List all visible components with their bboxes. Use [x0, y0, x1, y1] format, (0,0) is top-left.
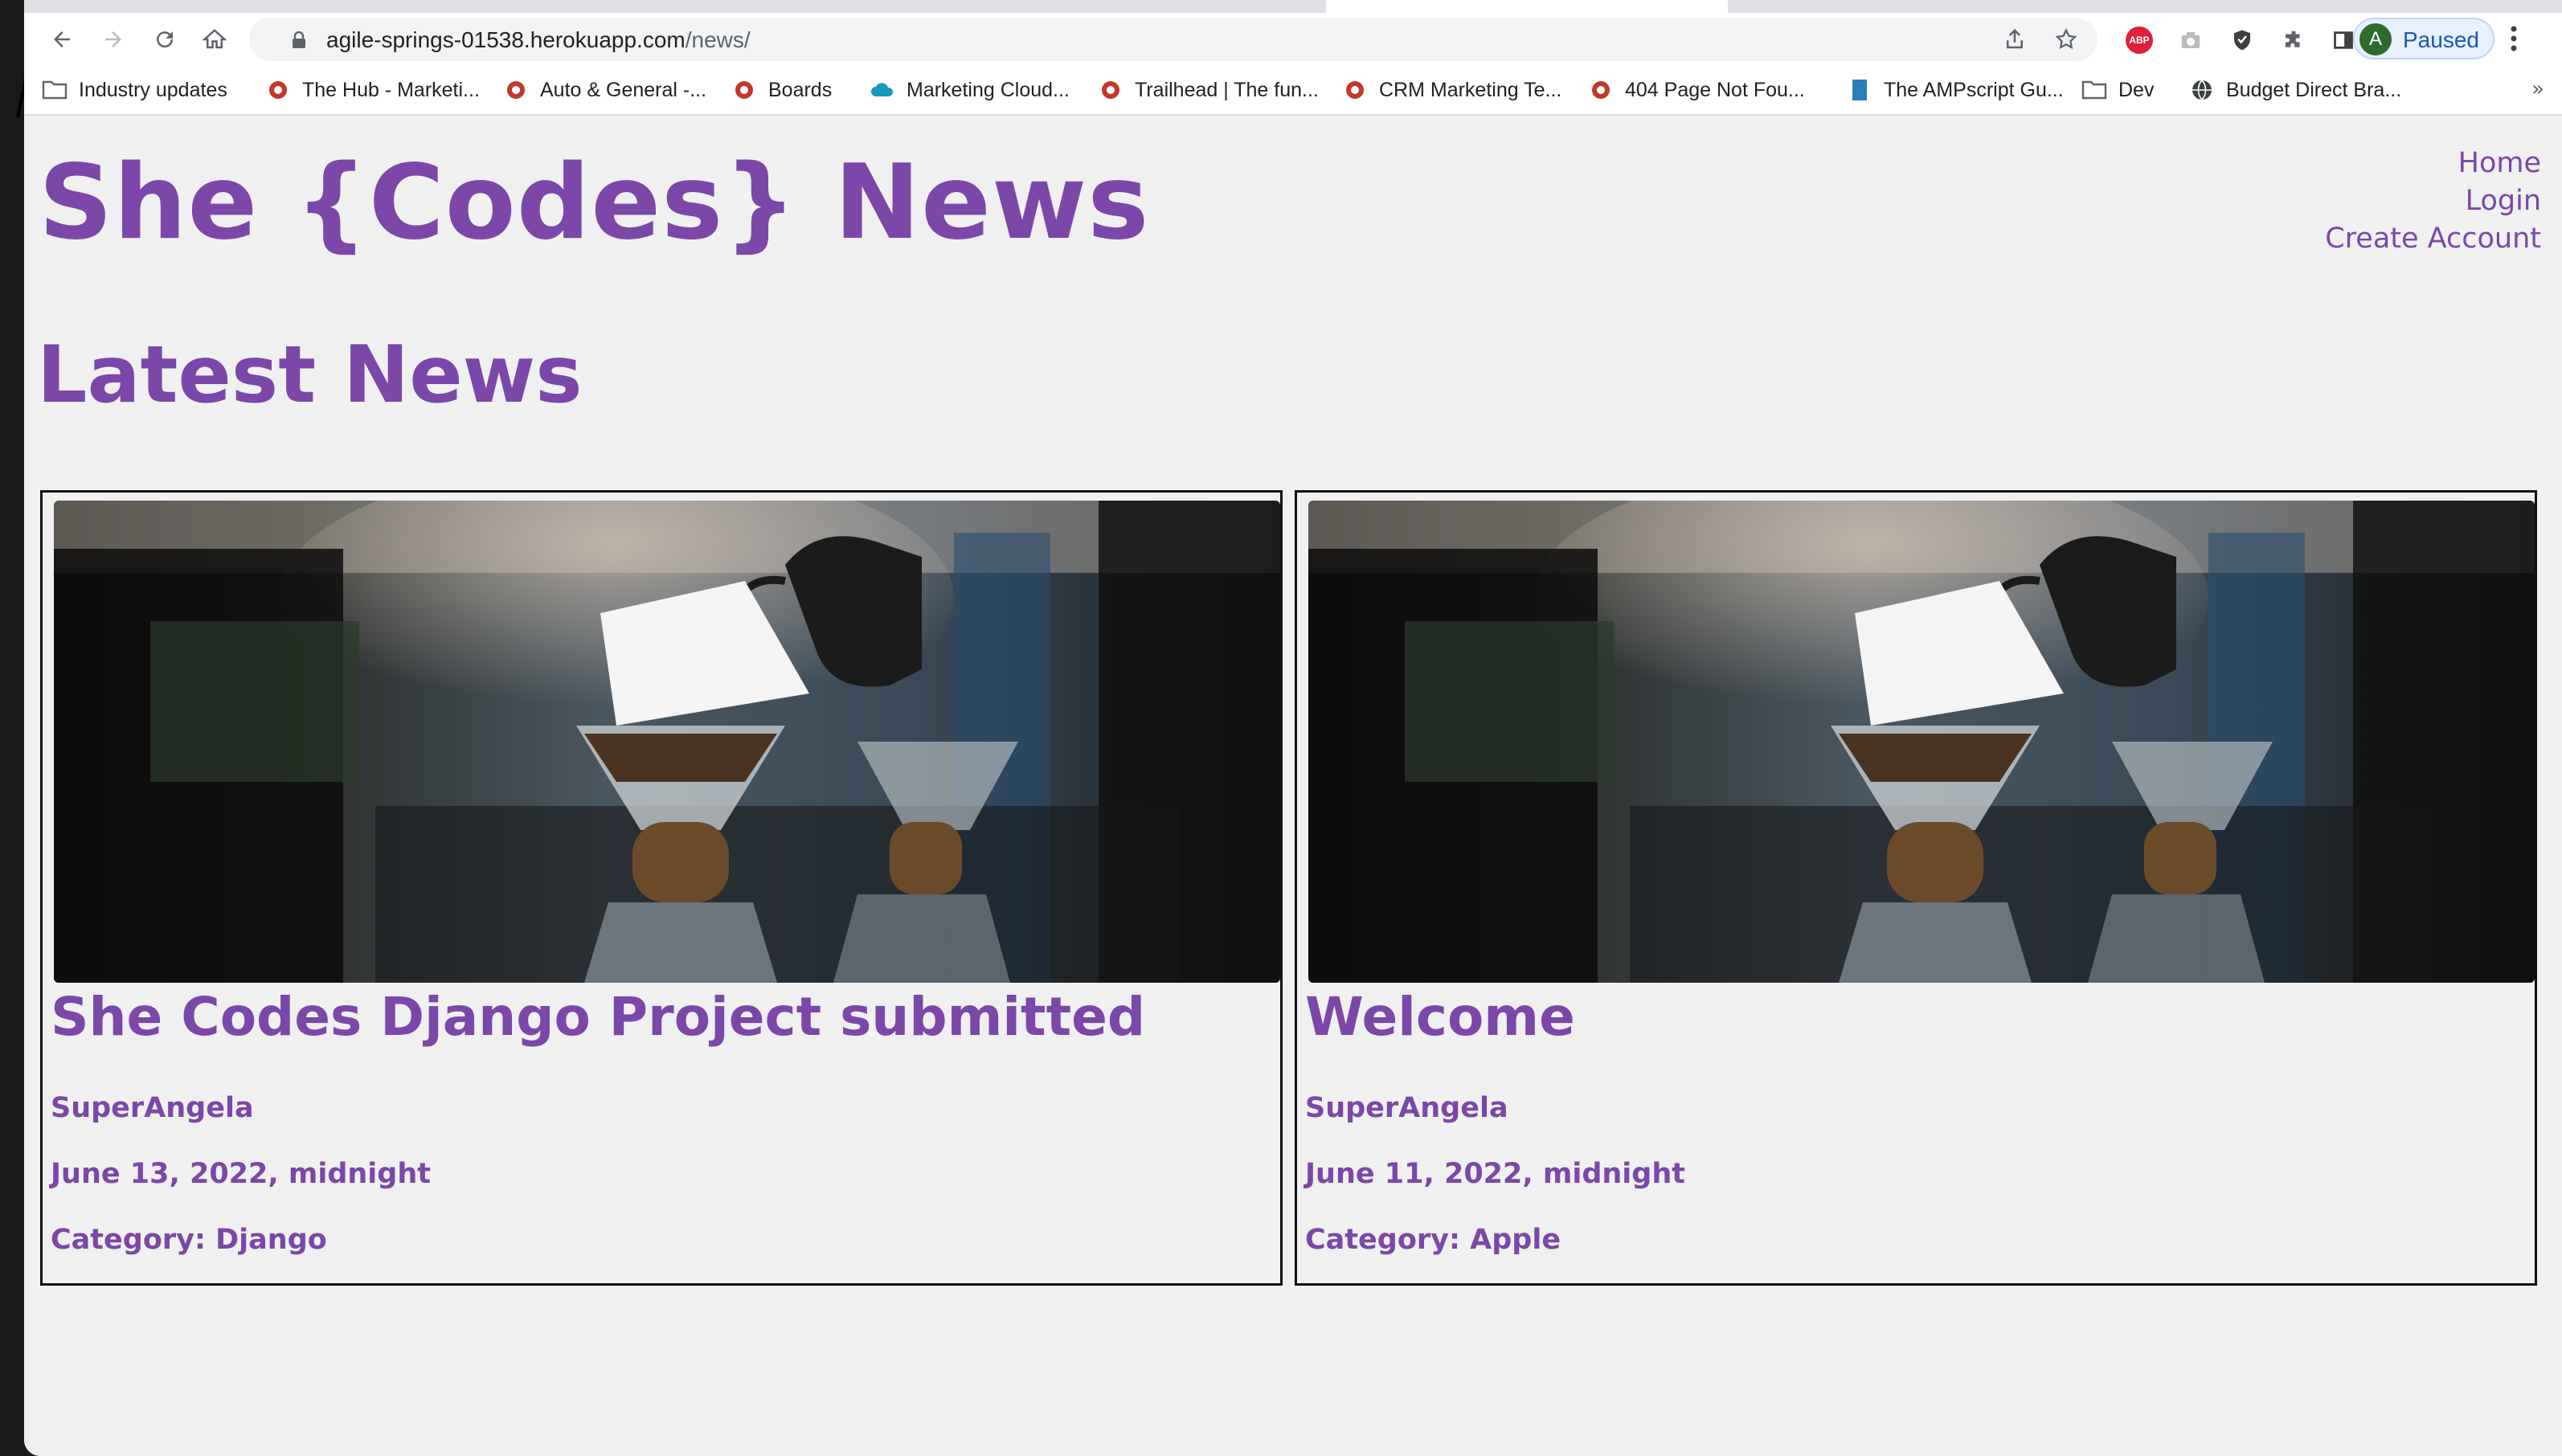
story-card[interactable]: Welcome SuperAngela June 11, 2022, midni…	[1295, 490, 2537, 1286]
share-icon[interactable]	[2003, 27, 2027, 51]
bookmark-star-icon[interactable]	[2054, 27, 2078, 51]
site-favicon	[503, 77, 529, 103]
bookmark-label: Budget Direct Bra...	[2226, 78, 2402, 101]
bookmark-label: Trailhead | The fun...	[1135, 78, 1319, 101]
bookmark-label: The Hub - Marketi...	[302, 78, 480, 101]
arrow-right-icon	[105, 31, 121, 47]
bookmark-label: Auto & General -...	[540, 78, 707, 101]
site-title[interactable]: She {Codes} News	[39, 143, 1149, 263]
address-bar[interactable]: agile-springs-01538.herokuapp.com/news/	[249, 18, 2097, 61]
folder-icon	[42, 77, 68, 103]
bookmark-item[interactable]: Dev	[2081, 76, 2154, 104]
bookmark-label: Industry updates	[79, 78, 227, 101]
reload-icon	[157, 31, 174, 48]
story-date: June 13, 2022, midnight	[51, 1158, 431, 1190]
browser-window: agile-springs-01538.herokuapp.com/news/ …	[24, 0, 2562, 1456]
profile-chip[interactable]: A Paused	[2353, 18, 2494, 59]
site-favicon	[265, 77, 291, 103]
bookmark-item[interactable]: The Hub - Marketi...	[265, 76, 480, 104]
nav-login-link[interactable]: Login	[2325, 182, 2541, 220]
story-category: Category: Django	[51, 1224, 327, 1256]
bookmark-item[interactable]: Industry updates	[42, 76, 227, 104]
avatar: A	[2359, 23, 2392, 55]
home-icon	[203, 29, 227, 49]
story-date: June 11, 2022, midnight	[1305, 1158, 1685, 1190]
reload-button[interactable]	[146, 21, 183, 58]
bookmark-label: CRM Marketing Te...	[1379, 78, 1562, 101]
site-favicon	[1342, 77, 1368, 103]
site-favicon	[1098, 77, 1123, 103]
puzzle-icon[interactable]	[2276, 22, 2311, 58]
bookmark-item[interactable]: CRM Marketing Te...	[1342, 76, 1561, 104]
active-tab[interactable]	[1326, 0, 1728, 13]
bookmark-label: 404 Page Not Fou...	[1625, 78, 1805, 101]
camera-icon[interactable]	[2173, 22, 2208, 58]
adblock-plus-icon[interactable]: ABP	[2122, 22, 2157, 58]
story-card[interactable]: She Codes Django Project submitted Super…	[40, 490, 1283, 1286]
story-title[interactable]: She Codes Django Project submitted	[51, 986, 1145, 1048]
bookmark-item[interactable]: 404 Page Not Fou...	[1588, 76, 1805, 104]
globe-icon	[2189, 77, 2215, 103]
bookmark-label: Marketing Cloud...	[907, 78, 1070, 101]
menu-kebab-icon[interactable]	[2509, 22, 2519, 55]
folder-icon	[2081, 77, 2107, 103]
lock-icon	[293, 31, 305, 48]
bookmark-item[interactable]: Boards	[731, 76, 832, 104]
site-favicon	[731, 77, 757, 103]
bookmarks-overflow-chevron[interactable]: »	[2531, 77, 2544, 101]
bookmark-item[interactable]: The AMPscript Gu...	[1847, 76, 2064, 104]
tab-strip	[24, 0, 2562, 13]
bookmarks-bar: » Industry updates The Hub - Marketi... Au…	[24, 66, 2562, 116]
story-image[interactable]	[1308, 501, 2535, 983]
bookmark-item[interactable]: Marketing Cloud...	[870, 76, 1070, 104]
story-category: Category: Apple	[1305, 1224, 1561, 1256]
profile-status: Paused	[2403, 27, 2479, 52]
story-author: SuperAngela	[51, 1092, 254, 1124]
story-author: SuperAngela	[1305, 1092, 1508, 1124]
section-title: Latest News	[37, 329, 583, 421]
back-button[interactable]	[43, 21, 80, 58]
bookmark-label: The AMPscript Gu...	[1884, 78, 2064, 101]
home-button[interactable]	[196, 21, 233, 58]
url-text: agile-springs-01538.herokuapp.com/news/	[326, 27, 751, 52]
bookmark-item[interactable]: Auto & General -...	[503, 76, 706, 104]
arrow-left-icon	[54, 31, 70, 47]
nav-home-link[interactable]: Home	[2325, 145, 2541, 182]
shield-icon[interactable]	[2224, 22, 2260, 58]
story-title[interactable]: Welcome	[1305, 986, 1575, 1048]
site-favicon	[1588, 77, 1614, 103]
bookmark-label: Boards	[768, 78, 833, 101]
cloud-icon	[870, 77, 895, 103]
nav-create-account-link[interactable]: Create Account	[2325, 220, 2541, 258]
story-image[interactable]	[54, 501, 1280, 983]
book-icon	[1847, 77, 1872, 103]
site-nav: Home Login Create Account	[2325, 145, 2541, 258]
bookmark-item[interactable]: Budget Direct Bra...	[2189, 76, 2401, 104]
forward-button[interactable]	[95, 21, 132, 58]
browser-toolbar: agile-springs-01538.herokuapp.com/news/ …	[24, 13, 2562, 66]
page-content: She {Codes} News Home Login Create Accou…	[24, 116, 2562, 1456]
bookmark-item[interactable]: Trailhead | The fun...	[1098, 76, 1319, 104]
bookmark-label: Dev	[2118, 78, 2155, 101]
